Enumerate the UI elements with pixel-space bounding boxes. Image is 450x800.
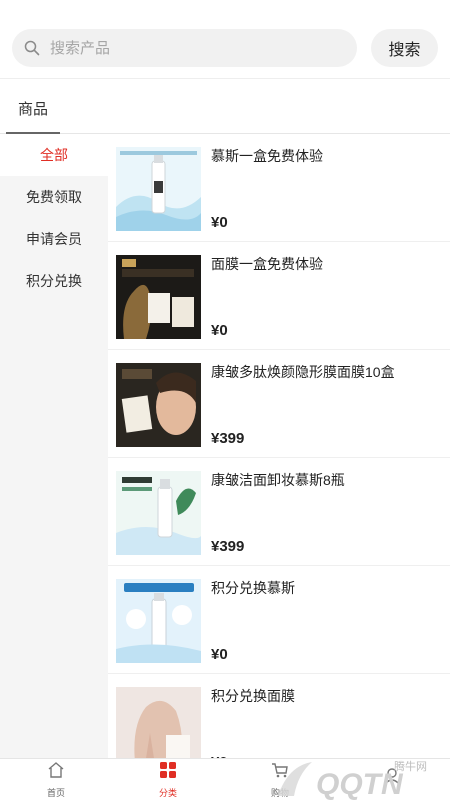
product-image-mousse (116, 147, 201, 231)
tab-label: 分类 (158, 787, 177, 798)
product-price: ¥399 (211, 430, 245, 447)
product-item[interactable]: 面膜一盒免费体验 ¥0 (108, 242, 450, 350)
sidebar-item-membership[interactable]: 申请会员 (0, 218, 108, 260)
watermark-subtext: 腾牛网 (394, 759, 427, 773)
top-bar: 搜索 (0, 0, 450, 78)
product-price: ¥0 (211, 214, 228, 231)
home-icon (47, 761, 65, 784)
product-item[interactable]: 康皱洁面卸妆慕斯8瓶 ¥399 (108, 458, 450, 566)
watermark-logo: QQTN 腾牛网 (278, 759, 427, 800)
product-name: 康皱洁面卸妆慕斯8瓶 (211, 472, 345, 488)
product-image-points-mousse (116, 579, 201, 663)
product-item[interactable]: 积分兑换面膜 ¥0 (108, 674, 450, 758)
section-title-tab[interactable]: 商品 (18, 98, 48, 119)
tab-home[interactable]: 首页 (0, 759, 112, 800)
product-name: 面膜一盒免费体验 (211, 256, 323, 272)
sidebar-item-points[interactable]: 积分兑换 (0, 260, 108, 302)
product-image-mask (116, 255, 201, 339)
watermark-text: QQTN (316, 768, 404, 800)
product-name: 积分兑换慕斯 (211, 580, 295, 596)
product-image-mask-box (116, 363, 201, 447)
product-name: 积分兑换面膜 (211, 688, 295, 704)
product-price: ¥0 (211, 322, 228, 339)
product-price: ¥399 (211, 538, 245, 555)
product-name: 康皱多肽焕颜隐形膜面膜10盒 (211, 364, 395, 380)
product-item[interactable]: 康皱多肽焕颜隐形膜面膜10盒 ¥399 (108, 350, 450, 458)
section-header: 商品 (0, 78, 450, 134)
tab-label: 首页 (46, 787, 65, 798)
category-sidebar: 全部 免费领取 申请会员 积分兑换 (0, 134, 108, 758)
product-image-points-mask (116, 687, 201, 758)
search-input[interactable] (50, 39, 330, 57)
product-list: 慕斯一盒免费体验 ¥0 面膜一盒免费体验 ¥0 康皱多肽焕颜隐形膜面膜10盒 ¥… (108, 134, 450, 758)
search-button[interactable]: 搜索 (371, 29, 438, 67)
search-box[interactable] (12, 29, 357, 67)
product-price: ¥0 (211, 646, 228, 663)
product-item[interactable]: 慕斯一盒免费体验 ¥0 (108, 134, 450, 242)
sidebar-item-free[interactable]: 免费领取 (0, 176, 108, 218)
product-name: 慕斯一盒免费体验 (211, 148, 323, 164)
category-icon (159, 761, 177, 784)
search-icon (24, 39, 42, 57)
sidebar-item-all[interactable]: 全部 (0, 134, 108, 176)
product-item[interactable]: 积分兑换慕斯 ¥0 (108, 566, 450, 674)
tab-category[interactable]: 分类 (112, 759, 224, 800)
product-image-cleanser (116, 471, 201, 555)
